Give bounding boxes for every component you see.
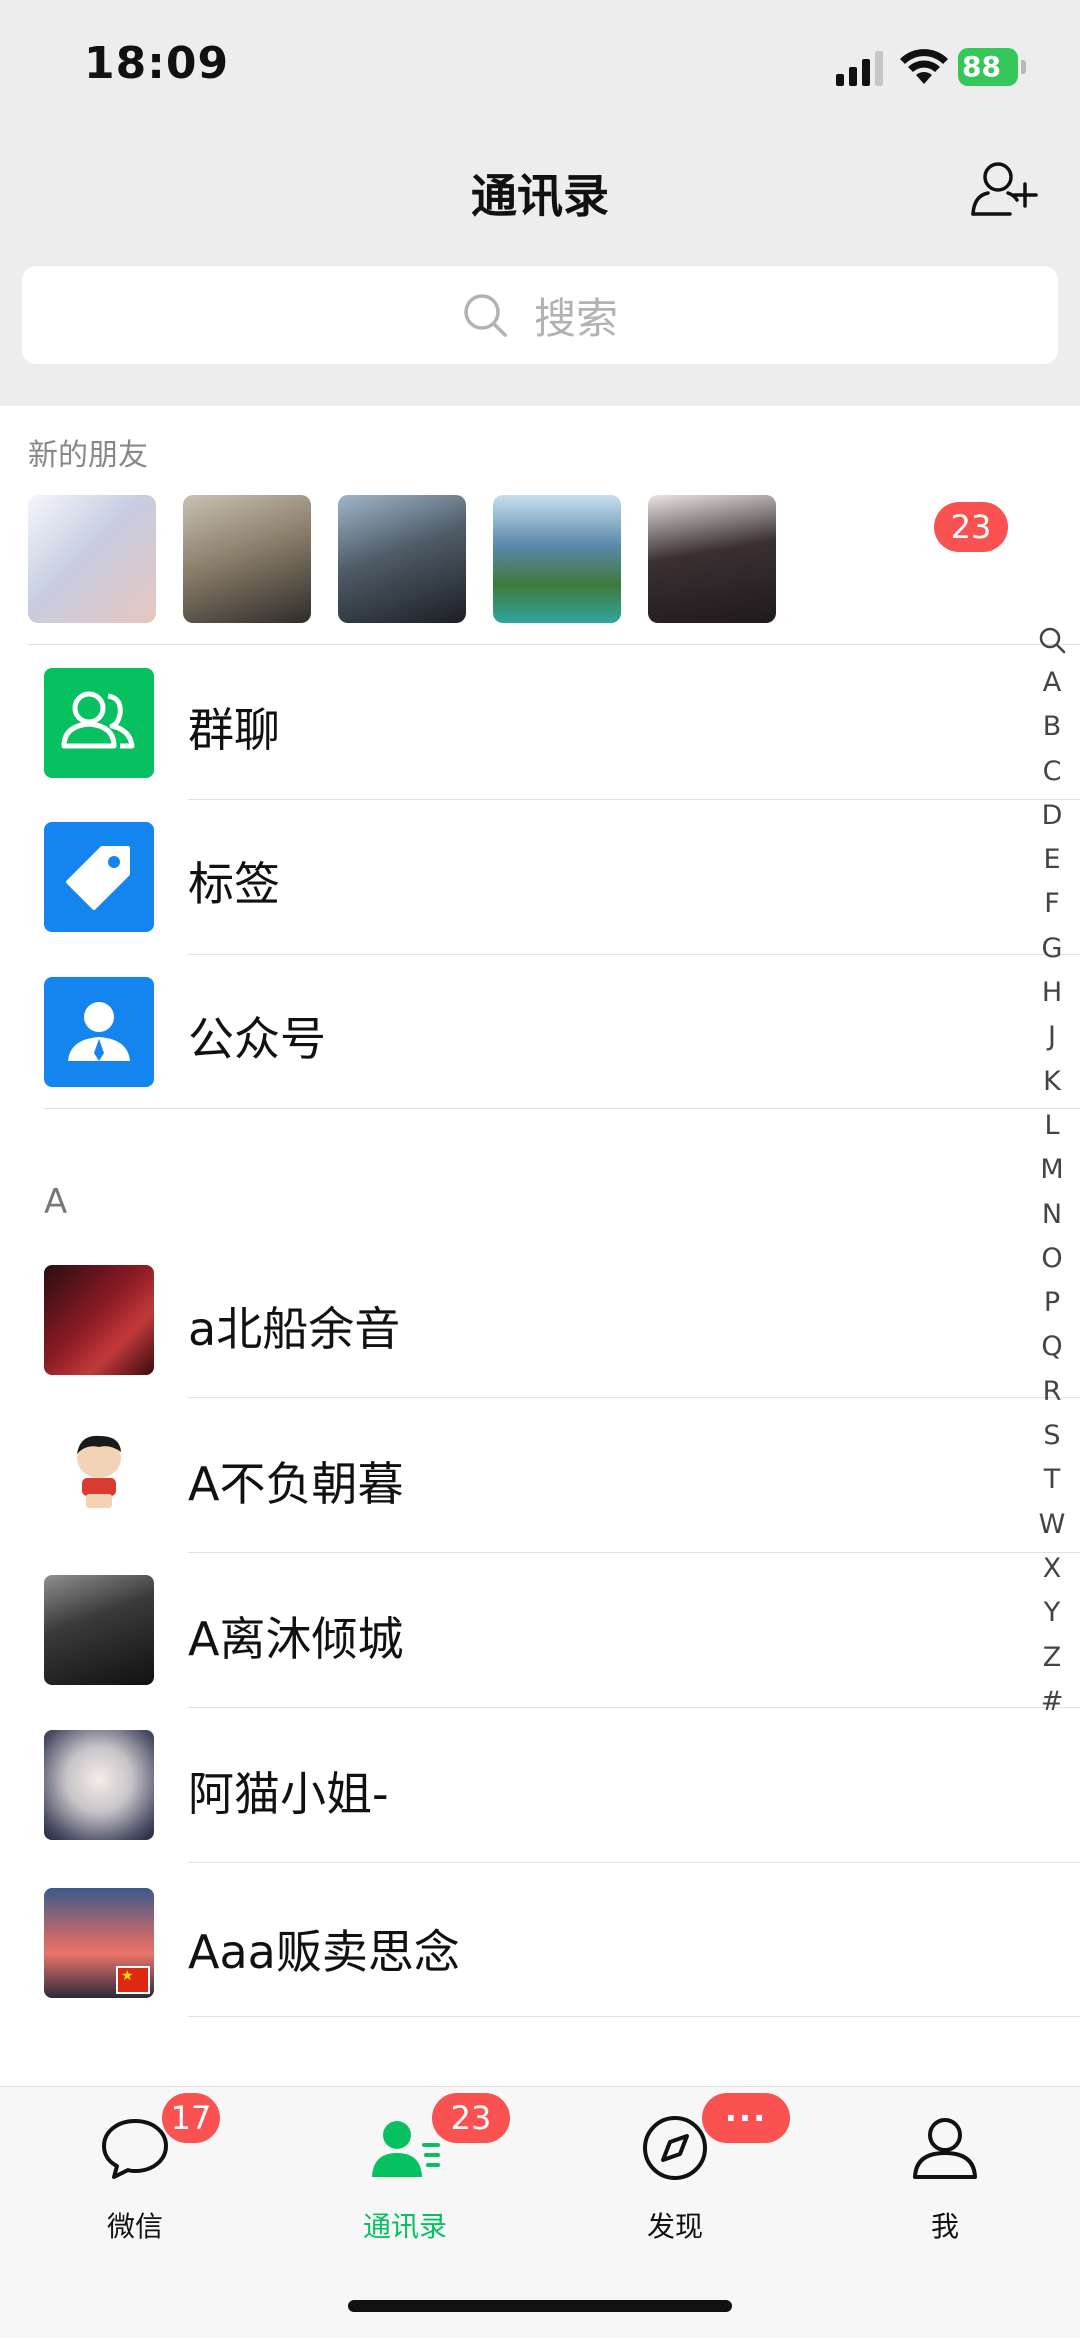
tab-chats[interactable]: 微信: [0, 2087, 270, 2247]
divider: [44, 1108, 1080, 1109]
new-friend-avatar[interactable]: [493, 495, 621, 623]
section-header: A: [44, 1182, 68, 1222]
official-account-icon: [44, 977, 154, 1087]
divider: [188, 1862, 1080, 1863]
contact-name: 阿猫小姐-: [188, 1767, 389, 1821]
index-letter[interactable]: G: [1030, 927, 1074, 971]
index-letter[interactable]: M: [1030, 1148, 1074, 1192]
index-letter[interactable]: N: [1030, 1193, 1074, 1237]
new-friends-badge: 23: [934, 502, 1008, 552]
new-friend-avatar[interactable]: [28, 495, 156, 623]
tab-discover-badge: ···: [702, 2093, 790, 2143]
contact-name: A离沐倾城: [188, 1612, 404, 1666]
divider: [188, 1397, 1080, 1398]
contact-avatar: [44, 1265, 154, 1375]
tab-me-label: 我: [930, 2210, 959, 2243]
page-title: 通讯录: [471, 169, 609, 223]
search-placeholder: 搜索: [533, 293, 618, 343]
add-friend-icon[interactable]: [970, 160, 1040, 220]
index-letter[interactable]: D: [1030, 794, 1074, 838]
index-letter[interactable]: J: [1030, 1015, 1074, 1059]
contact-avatar: [44, 1575, 154, 1685]
china-flag-icon: ★: [116, 1966, 150, 1994]
new-friend-avatar[interactable]: [648, 495, 776, 623]
index-letter[interactable]: P: [1030, 1281, 1074, 1325]
tab-discover-label: 发现: [646, 2210, 703, 2243]
index-letter[interactable]: T: [1030, 1458, 1074, 1502]
divider: [188, 1552, 1080, 1553]
new-friend-avatar[interactable]: [183, 495, 311, 623]
tags-label: 标签: [188, 857, 280, 911]
chat-bubble-icon: [102, 2119, 168, 2179]
index-letter[interactable]: X: [1030, 1547, 1074, 1591]
group-chat-label: 群聊: [188, 703, 280, 757]
contacts-icon: [372, 2121, 440, 2177]
cellular-signal-icon: [836, 51, 883, 86]
index-letter[interactable]: F: [1030, 882, 1074, 926]
contact-name: Aaa贩卖思念: [188, 1925, 460, 1979]
new-friend-avatar[interactable]: [338, 495, 466, 623]
contact-name: A不负朝暮: [188, 1457, 404, 1511]
divider: [188, 799, 1080, 800]
contact-avatar: [44, 1730, 154, 1840]
contact-avatar: ★: [44, 1888, 154, 1998]
group-chat-icon: [44, 668, 154, 778]
compass-icon: [643, 2116, 707, 2180]
wifi-icon: [900, 49, 948, 84]
index-letter[interactable]: Q: [1030, 1325, 1074, 1369]
person-icon: [913, 2118, 977, 2179]
index-letter[interactable]: O: [1030, 1237, 1074, 1281]
index-letter[interactable]: R: [1030, 1370, 1074, 1414]
alphabet-index[interactable]: A B C D E F G H J K L M N O P Q R S T W X Y Z #: [1030, 661, 1074, 1724]
divider: [28, 644, 1080, 645]
tab-me[interactable]: 我: [810, 2087, 1080, 2247]
tab-chats-label: 微信: [106, 2210, 163, 2243]
index-letter[interactable]: H: [1030, 971, 1074, 1015]
contact-row[interactable]: ★ Aaa贩卖思念: [0, 1888, 1080, 2043]
index-letter[interactable]: L: [1030, 1104, 1074, 1148]
index-letter[interactable]: Z: [1030, 1636, 1074, 1680]
tab-contacts-label: 通讯录: [362, 2210, 447, 2243]
battery-level: 88: [962, 50, 1001, 83]
index-letter[interactable]: B: [1030, 705, 1074, 749]
contact-name: a北船余音: [188, 1302, 401, 1356]
index-letter[interactable]: #: [1030, 1680, 1074, 1724]
divider: [188, 954, 1080, 955]
index-search-icon[interactable]: [1038, 626, 1066, 654]
status-time: 18:09: [84, 38, 230, 89]
battery-icon: 88: [958, 48, 1028, 86]
search-bar[interactable]: 搜索: [22, 266, 1058, 364]
search-icon: [464, 294, 507, 337]
index-letter[interactable]: E: [1030, 838, 1074, 882]
divider: [188, 1707, 1080, 1708]
tag-icon: [44, 822, 154, 932]
divider: [188, 2016, 1080, 2017]
index-letter[interactable]: C: [1030, 750, 1074, 794]
index-letter[interactable]: W: [1030, 1503, 1074, 1547]
new-friends-label: 新的朋友: [28, 438, 148, 473]
official-accounts-label: 公众号: [188, 1012, 326, 1066]
index-letter[interactable]: K: [1030, 1060, 1074, 1104]
index-letter[interactable]: Y: [1030, 1591, 1074, 1635]
tab-chats-badge: 17: [162, 2093, 220, 2143]
index-letter[interactable]: A: [1030, 661, 1074, 705]
index-letter[interactable]: S: [1030, 1414, 1074, 1458]
contact-avatar: [44, 1420, 154, 1530]
tab-contacts-badge: 23: [432, 2093, 510, 2143]
home-indicator: [348, 2300, 732, 2312]
